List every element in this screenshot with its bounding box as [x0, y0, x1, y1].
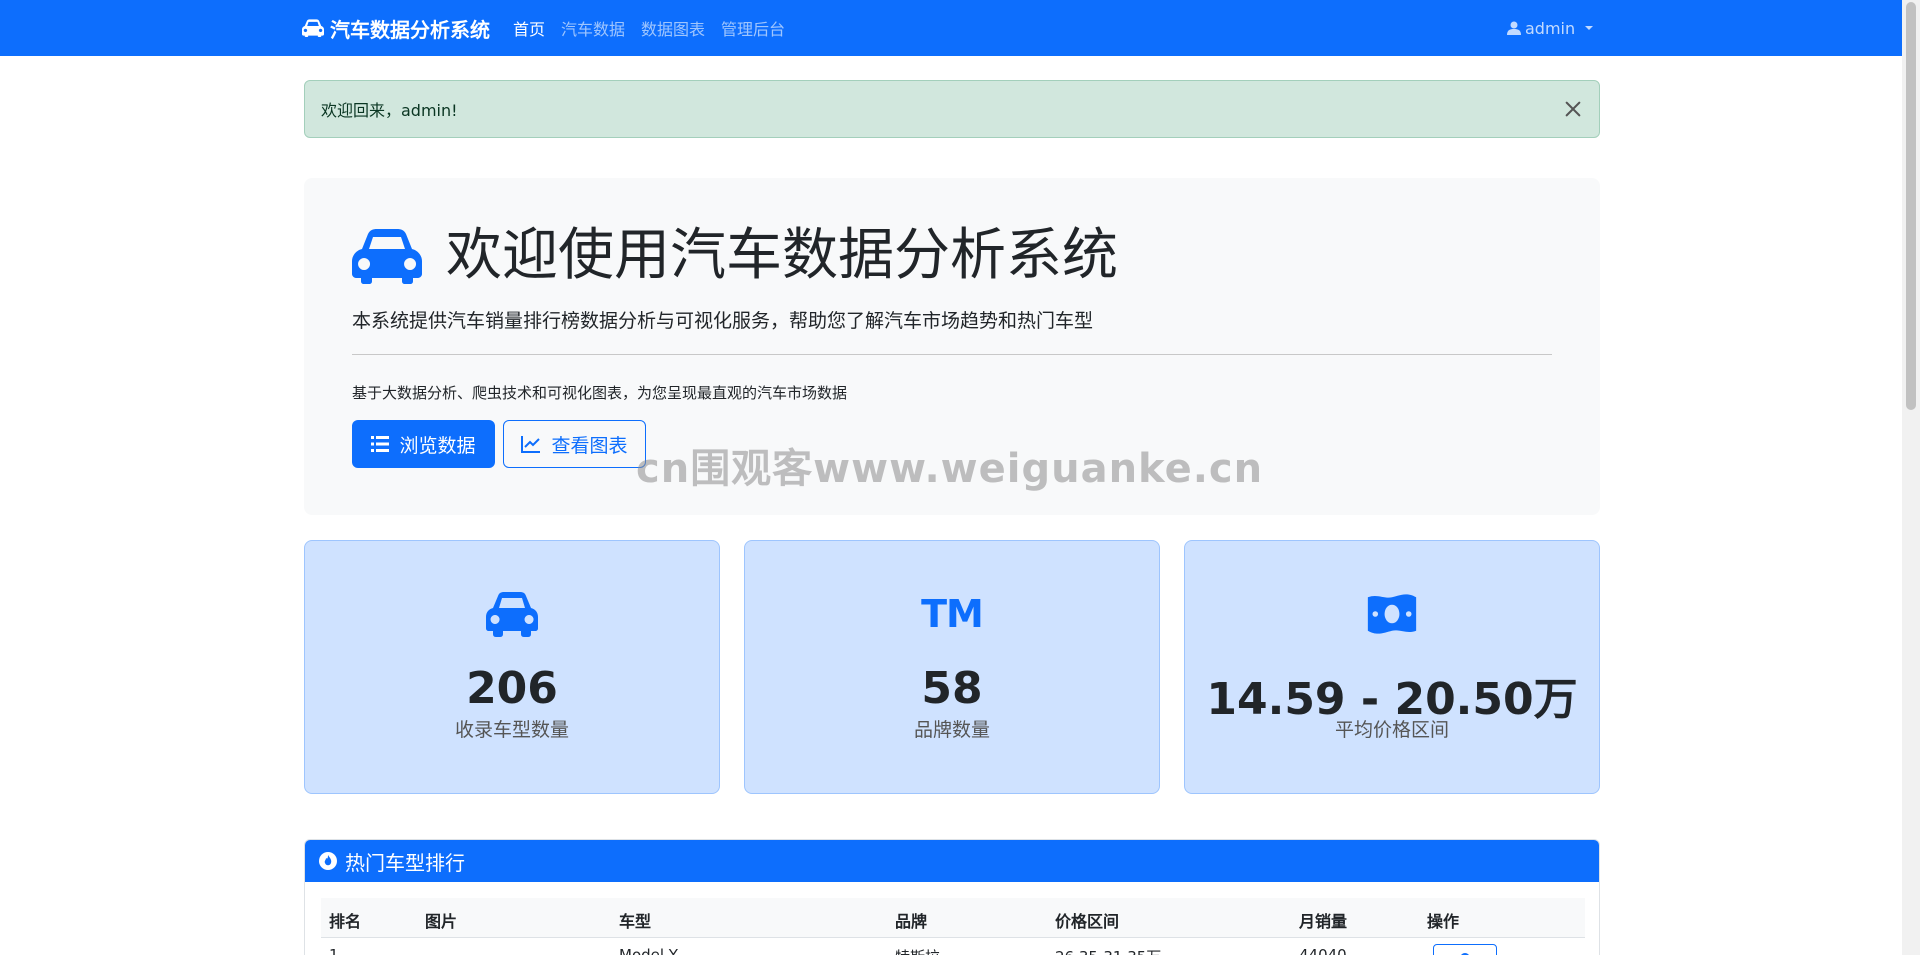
brands-label: 品牌数量: [913, 719, 990, 741]
page-scrollbar[interactable]: [1902, 0, 1920, 955]
hot-models-title: 热门车型排行: [345, 850, 465, 875]
row-price: 26.35-31.35万: [1055, 946, 1161, 955]
detail-button[interactable]: 详情: [1433, 944, 1497, 955]
hot-models-header: 热门车型排行: [305, 840, 1599, 882]
browse-data-button[interactable]: 浏览数据: [352, 420, 495, 468]
col-brand: 品牌: [895, 912, 928, 931]
stat-card-brands: TM 58 品牌数量: [744, 540, 1160, 794]
brands-count: 58: [921, 663, 983, 714]
hot-models-card: 热门车型排行 排名 图片 车型 品牌 价格区间 月销量 操作 1 Model Y…: [304, 839, 1600, 955]
divider: [352, 354, 1552, 355]
trademark-icon: TM: [921, 592, 984, 636]
money-bill-icon: [1367, 594, 1417, 634]
models-label: 收录车型数量: [454, 719, 569, 741]
ranking-table: 排名 图片 车型 品牌 价格区间 月销量 操作 1 Model Y 特斯拉 26…: [321, 898, 1585, 955]
page-title: 欢迎使用汽车数据分析系统: [446, 223, 1118, 288]
navbar: 汽车数据分析系统 首页 汽车数据 数据图表 管理后台 admin: [0, 0, 1902, 56]
nav-admin[interactable]: 管理后台: [721, 16, 785, 40]
brand-link[interactable]: 汽车数据分析系统: [302, 0, 490, 56]
car-icon: [486, 592, 538, 637]
col-action: 操作: [1427, 912, 1460, 931]
brand-name: 汽车数据分析系统: [330, 17, 490, 42]
user-dropdown[interactable]: admin: [1507, 0, 1594, 56]
table-header-row: 排名 图片 车型 品牌 价格区间 月销量 操作: [321, 898, 1585, 938]
close-icon[interactable]: [1563, 99, 1583, 119]
user-name: admin: [1525, 18, 1576, 38]
row-sales: 44040: [1299, 946, 1347, 955]
row-rank: 1: [329, 946, 339, 955]
col-sales: 月销量: [1299, 912, 1348, 931]
browse-data-label: 浏览数据: [399, 434, 476, 457]
col-model: 车型: [619, 912, 652, 931]
nav-links: 首页 汽车数据 数据图表 管理后台: [513, 0, 785, 56]
car-icon: [352, 229, 422, 284]
fire-icon: [319, 852, 337, 870]
user-icon: [1507, 21, 1521, 35]
row-brand: 特斯拉: [895, 946, 940, 955]
row-model: Model Y: [619, 946, 678, 955]
scrollbar-thumb[interactable]: [1906, 2, 1916, 410]
models-count: 206: [466, 663, 558, 714]
stat-card-price: 14.59 - 20.50万 平均价格区间: [1184, 540, 1600, 794]
nav-car-data[interactable]: 汽车数据: [561, 16, 625, 40]
nav-home[interactable]: 首页: [513, 16, 545, 40]
hero-lead: 本系统提供汽车销量排行榜数据分析与可视化服务，帮助您了解汽车市场趋势和热门车型: [352, 310, 1094, 332]
watermark-text: cn围观客www.weiguanke.cn: [636, 446, 1264, 492]
car-icon: [302, 19, 324, 37]
welcome-alert: 欢迎回来，admin!: [304, 80, 1600, 138]
line-chart-icon: [521, 436, 541, 453]
stat-card-models: 206 收录车型数量: [304, 540, 720, 794]
table-row: 1 Model Y 特斯拉 26.35-31.35万 44040 详情: [321, 938, 1585, 955]
hero-description: 基于大数据分析、爬虫技术和可视化图表，为您呈现最直观的汽车市场数据: [352, 384, 848, 402]
view-chart-label: 查看图表: [551, 434, 628, 457]
col-image: 图片: [425, 912, 458, 931]
price-label: 平均价格区间: [1334, 719, 1449, 741]
view-chart-button[interactable]: 查看图表: [503, 420, 646, 468]
col-rank: 排名: [329, 912, 362, 931]
nav-charts[interactable]: 数据图表: [641, 16, 705, 40]
alert-message: 欢迎回来，admin!: [321, 101, 458, 120]
chevron-down-icon: [1585, 26, 1594, 30]
hero-title: 欢迎使用汽车数据分析系统: [352, 228, 1118, 284]
list-icon: [371, 436, 390, 452]
col-price: 价格区间: [1055, 912, 1120, 931]
